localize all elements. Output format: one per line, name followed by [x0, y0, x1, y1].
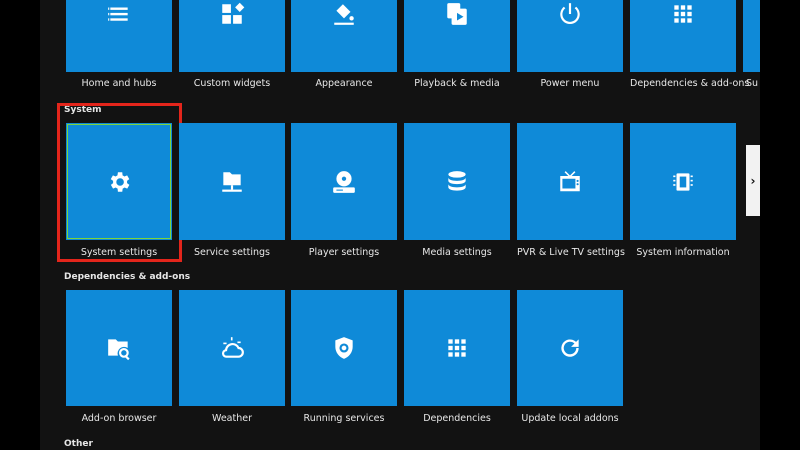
- tile-face: [743, 0, 760, 72]
- folder-search-icon: [108, 339, 130, 361]
- tile-face: [66, 290, 172, 406]
- grid-icon: [448, 339, 466, 357]
- tile-face: [66, 0, 172, 72]
- tile-face: [404, 123, 510, 240]
- chip-icon: [673, 172, 693, 191]
- tile-label: Custom widgets: [193, 78, 271, 89]
- tile-custom-widgets[interactable]: Custom widgets: [179, 0, 285, 89]
- tile-label: Su: [746, 78, 759, 89]
- tile-face: [179, 0, 285, 72]
- tile-face: [404, 0, 510, 72]
- tile-player-settings[interactable]: Player settings: [291, 123, 397, 258]
- tile-label: Dependencies: [423, 413, 491, 424]
- power-icon: [560, 3, 580, 25]
- tile-appearance[interactable]: Appearance: [291, 0, 397, 89]
- disc-player-icon: [333, 170, 355, 193]
- tile-label: Dependencies & add-ons: [630, 78, 750, 89]
- tile-label: Running services: [303, 413, 385, 424]
- playlist-play-icon: [447, 3, 467, 25]
- tile-label: Appearance: [315, 78, 373, 89]
- tile-face: [404, 290, 510, 406]
- section-title-dependencies: Dependencies & add-ons: [64, 272, 191, 282]
- tile-face: [630, 0, 736, 72]
- database-icon: [448, 170, 466, 191]
- tile-face: [630, 123, 736, 240]
- tile-dependencies[interactable]: Dependencies: [404, 290, 510, 424]
- tile-face: [517, 0, 623, 72]
- gear-icon: [110, 171, 130, 192]
- tile-weather[interactable]: Weather: [179, 290, 285, 424]
- tile-label: Update local addons: [521, 413, 619, 424]
- tile-media-settings[interactable]: Media settings: [404, 123, 510, 258]
- shield-icon: [335, 337, 353, 359]
- tile-service-settings[interactable]: Service settings: [179, 123, 285, 258]
- widgets-icon: [222, 2, 245, 24]
- tile-label: Home and hubs: [81, 78, 157, 89]
- tile-face: [291, 0, 397, 72]
- weather-icon: [222, 337, 244, 358]
- tile-face: [517, 123, 623, 240]
- list-icon: [108, 7, 128, 21]
- tile-label: Player settings: [308, 247, 380, 258]
- tile-running-services[interactable]: Running services: [291, 290, 397, 424]
- tile-dependencies-addons[interactable]: Dependencies & add-ons: [630, 0, 750, 89]
- tile-power-menu[interactable]: Power menu: [517, 0, 623, 89]
- tile-addon-browser[interactable]: Add-on browser: [66, 290, 172, 424]
- tile-face: [66, 123, 172, 240]
- tile-label: PVR & Live TV settings: [517, 247, 625, 258]
- tile-label: Media settings: [422, 247, 492, 258]
- refresh-icon: [561, 339, 579, 357]
- letterbox-right: [760, 0, 800, 450]
- tile-face: [179, 290, 285, 406]
- letterbox-left: [0, 0, 40, 450]
- tile-label: System information: [636, 247, 730, 258]
- settings-menu: Home and hubs Custom widgets Appearance …: [40, 0, 760, 450]
- grid-icon: [674, 5, 692, 23]
- scroll-right-button[interactable]: ›: [746, 145, 760, 216]
- tile-face: [179, 123, 285, 240]
- tile-playback-media[interactable]: Playback & media: [404, 0, 510, 89]
- paint-bucket-icon: [334, 4, 354, 25]
- tile-face: [517, 290, 623, 406]
- tile-pvr-live-tv-settings[interactable]: PVR & Live TV settings: [517, 123, 625, 258]
- tile-update-local-addons[interactable]: Update local addons: [517, 290, 623, 424]
- tile-label: Service settings: [193, 247, 270, 258]
- section-title-system: System: [64, 105, 102, 115]
- network-folder-icon: [222, 171, 242, 192]
- tile-system-information[interactable]: System information: [630, 123, 736, 258]
- tv-icon: [560, 170, 580, 191]
- tile-face: [291, 123, 397, 240]
- tile-system-settings[interactable]: System settings: [66, 123, 172, 258]
- tile-label: Power menu: [540, 78, 600, 89]
- tile-partial[interactable]: Su: [743, 0, 760, 89]
- tile-label: Playback & media: [414, 78, 500, 89]
- tile-home-and-hubs[interactable]: Home and hubs: [66, 0, 172, 89]
- tile-label: Weather: [212, 413, 252, 424]
- tile-label: System settings: [80, 247, 158, 258]
- tile-label: Add-on browser: [81, 413, 157, 424]
- section-title-other: Other: [64, 439, 93, 449]
- tile-face: [291, 290, 397, 406]
